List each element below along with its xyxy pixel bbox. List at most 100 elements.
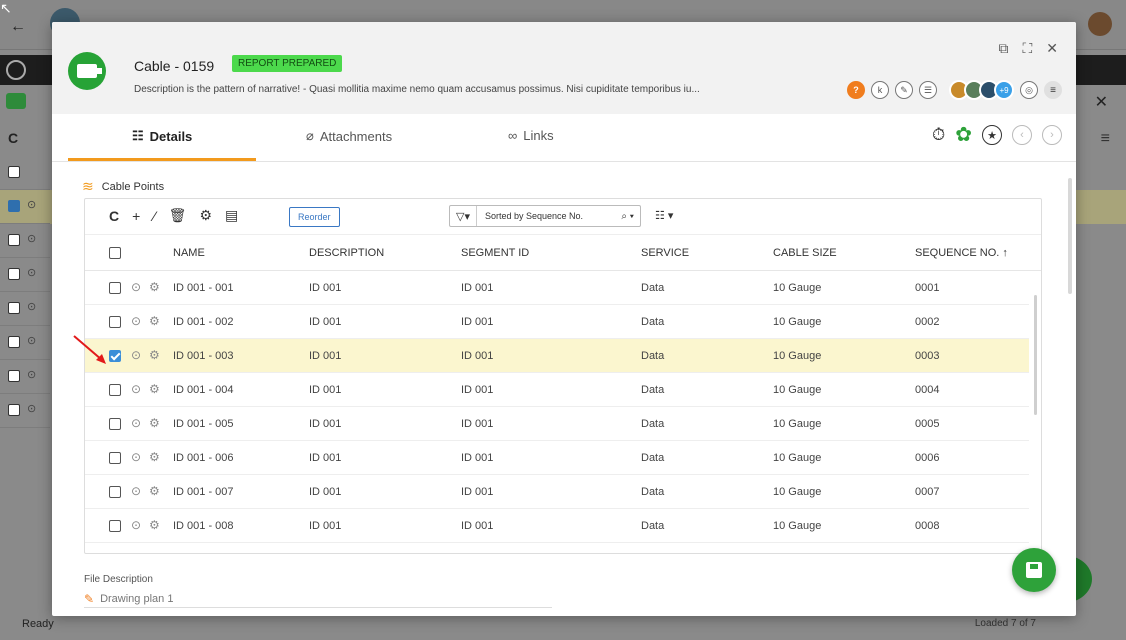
location-pin-icon[interactable]: ⊙ (131, 348, 141, 362)
modal-scrollbar[interactable] (1068, 178, 1072, 294)
refresh-icon[interactable]: C (109, 208, 119, 224)
prev-icon[interactable]: ‹ (1012, 125, 1032, 145)
tab-attachments[interactable]: ⌀ Attachments (306, 128, 392, 144)
star-icon[interactable]: ★ (982, 125, 1002, 145)
sort-control[interactable]: ▽▾ Sorted by Sequence No. ⌕ ▾ (449, 205, 641, 227)
app-icon (6, 60, 26, 80)
close-icon[interactable]: ✕ (1095, 92, 1108, 112)
timer-icon[interactable]: ⏱ (932, 125, 945, 145)
row-settings-icon[interactable]: ⚙ (149, 518, 160, 532)
row-checkbox[interactable] (8, 370, 20, 382)
tab-details[interactable]: ☷ Details (132, 128, 192, 144)
column-header-description[interactable]: DESCRIPTION (309, 247, 384, 259)
location-pin-icon[interactable]: ⊙ (131, 484, 141, 498)
row-checkbox[interactable] (109, 282, 121, 294)
row-checkbox[interactable] (109, 520, 121, 532)
filter-icon[interactable]: ▽▾ (450, 206, 477, 226)
background-row[interactable]: ⊙ (0, 258, 50, 292)
background-row[interactable]: ⊙ (0, 360, 50, 394)
row-settings-icon[interactable]: ⚙ (149, 484, 160, 498)
row-settings-icon[interactable]: ⚙ (149, 314, 160, 328)
row-checkbox[interactable] (8, 302, 20, 314)
help-icon[interactable]: ? (847, 81, 865, 99)
column-header-name[interactable]: NAME (173, 247, 205, 259)
menu-icon[interactable]: ≡ (1044, 81, 1062, 99)
background-row[interactable]: ⊙ (0, 224, 50, 258)
row-checkbox[interactable] (8, 166, 20, 178)
cell-name: ID 001 - 002 (173, 316, 234, 328)
more-avatars[interactable]: +9 (994, 80, 1014, 100)
column-header-service[interactable]: SERVICE (641, 247, 689, 259)
column-header-sequence[interactable]: SEQUENCE NO. ↑ (915, 247, 1008, 259)
table-row[interactable]: ⊙ ⚙ ID 001 - 008 ID 001 ID 001 Data 10 Gauge 00… (85, 509, 1029, 543)
export-icon[interactable]: ▤ (225, 207, 238, 224)
table-row[interactable]: ⊙ ⚙ ID 001 - 003 ID 001 ID 001 Data 10 Gauge 00… (85, 339, 1029, 373)
location-pin-icon[interactable]: ⊙ (131, 450, 141, 464)
cell-cable-size: 10 Gauge (773, 384, 822, 396)
menu-icon[interactable]: ≡ (1101, 130, 1110, 148)
gear-icon[interactable]: ✿ (955, 125, 972, 145)
row-checkbox[interactable] (8, 336, 20, 348)
row-checkbox[interactable] (109, 418, 121, 430)
search-icon[interactable]: ⌕ ▾ (615, 211, 640, 222)
row-checkbox[interactable] (109, 452, 121, 464)
reorder-label: Reorder (298, 212, 331, 222)
row-settings-icon[interactable]: ⚙ (149, 348, 160, 362)
background-row[interactable]: ⊙ (0, 190, 50, 224)
add-icon[interactable]: + (132, 208, 140, 224)
background-row[interactable] (0, 156, 50, 190)
row-settings-icon[interactable]: ⚙ (149, 416, 160, 430)
background-row[interactable]: ⊙ (0, 292, 50, 326)
row-settings-icon[interactable]: ⚙ (149, 382, 160, 396)
location-pin-icon[interactable]: ⊙ (131, 416, 141, 430)
table-row[interactable]: ⊙ ⚙ ID 001 - 001 ID 001 ID 001 Data 10 Gauge 00… (85, 271, 1029, 305)
location-pin-icon[interactable]: ⊙ (131, 518, 141, 532)
tab-links[interactable]: ∞ Links (508, 128, 554, 143)
table-row[interactable]: ⊙ ⚙ ID 001 - 006 ID 001 ID 001 Data 10 Gauge 00… (85, 441, 1029, 475)
save-button[interactable] (1012, 548, 1056, 592)
row-checkbox[interactable] (109, 384, 121, 396)
background-row[interactable]: ⊙ (0, 394, 50, 428)
grid-scrollbar[interactable] (1034, 295, 1037, 415)
cell-name: ID 001 - 006 (173, 452, 234, 464)
row-checkbox[interactable] (109, 316, 121, 328)
file-description-field[interactable]: ✎ Drawing plan 1 (84, 590, 552, 608)
back-arrow-icon[interactable]: ← (10, 18, 26, 36)
row-checkbox[interactable] (8, 404, 20, 416)
cell-name: ID 001 - 003 (173, 350, 234, 362)
close-icon[interactable]: ✕ (1046, 40, 1058, 57)
refresh-icon[interactable]: C (8, 130, 18, 146)
next-icon[interactable]: › (1042, 125, 1062, 145)
open-external-icon[interactable]: ⧉ (998, 40, 1008, 57)
table-row[interactable]: ⊙ ⚙ ID 001 - 002 ID 001 ID 001 Data 10 Gauge 00… (85, 305, 1029, 339)
location-pin-icon[interactable]: ⊙ (131, 314, 141, 328)
settings-icon[interactable]: ⚙ (199, 207, 212, 224)
tasks-icon[interactable]: ☰ (919, 81, 937, 99)
user-avatar[interactable] (1088, 12, 1112, 36)
row-checkbox[interactable] (8, 234, 20, 246)
location-pin-icon[interactable]: ⊙ (131, 280, 141, 294)
row-checkbox[interactable] (109, 486, 121, 498)
reorder-button[interactable]: Reorder (289, 207, 340, 227)
maximize-icon[interactable]: ⛶ (1022, 40, 1032, 57)
chat-icon[interactable]: ◎ (1020, 81, 1038, 99)
column-header-cable-size[interactable]: CABLE SIZE (773, 247, 837, 259)
location-pin-icon[interactable]: ⊙ (131, 382, 141, 396)
table-row[interactable]: ⊙ ⚙ ID 001 - 004 ID 001 ID 001 Data 10 Gauge 00… (85, 373, 1029, 407)
row-settings-icon[interactable]: ⚙ (149, 280, 160, 294)
column-header-segment[interactable]: SEGMENT ID (461, 247, 529, 259)
notes-icon[interactable]: ✎ (895, 81, 913, 99)
row-checkbox[interactable] (8, 268, 20, 280)
table-row[interactable]: ⊙ ⚙ ID 001 - 007 ID 001 ID 001 Data 10 Gauge 00… (85, 475, 1029, 509)
background-row[interactable]: ⊙ (0, 326, 50, 360)
delete-icon[interactable]: 🗑 (169, 207, 187, 224)
table-row[interactable]: ⊙ ⚙ ID 001 - 005 ID 001 ID 001 Data 10 Gauge 00… (85, 407, 1029, 441)
avatar-group[interactable]: +9 (949, 80, 1014, 100)
row-settings-icon[interactable]: ⚙ (149, 450, 160, 464)
k-icon[interactable]: k (871, 81, 889, 99)
edit-icon[interactable]: ⁄ (153, 208, 155, 224)
view-toggle-icon[interactable]: ☷ ▾ (655, 209, 673, 222)
cell-name: ID 001 - 008 (173, 520, 234, 532)
row-checkbox[interactable] (8, 200, 20, 212)
select-all-checkbox[interactable] (109, 247, 121, 259)
